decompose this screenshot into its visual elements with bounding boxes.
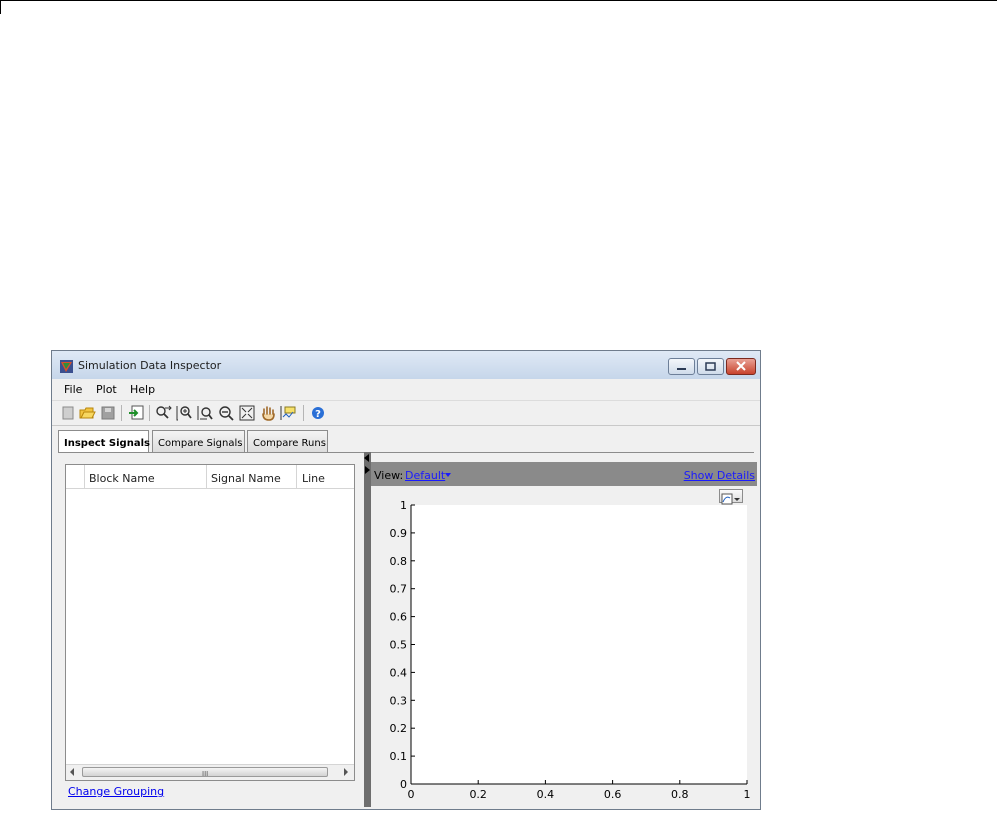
column-divider — [296, 465, 297, 488]
close-button[interactable] — [726, 358, 756, 375]
toolbar-separator — [149, 405, 150, 421]
table-header: Block Name Signal Name Line — [66, 465, 354, 489]
signal-plot-chart[interactable]: 0 0.1 0.2 0.3 0.4 0.5 0.6 0.7 0.8 0.9 1 0 0.2 0.4 0.6 0… — [371, 486, 757, 807]
y-tick-label: 0.1 — [390, 750, 408, 763]
tab-label: Compare Runs — [253, 438, 326, 449]
menu-help[interactable]: Help — [130, 383, 155, 396]
collapse-left-icon[interactable] — [364, 454, 369, 462]
y-tick-label: 0.2 — [390, 722, 408, 735]
menu-bar: File Plot Help — [52, 379, 760, 399]
scroll-grip: III — [202, 770, 209, 778]
view-label: View: — [374, 469, 404, 482]
toolbar-separator — [303, 405, 304, 421]
zoom-in-icon[interactable] — [176, 405, 193, 421]
close-icon — [736, 361, 746, 371]
scroll-thumb[interactable]: III — [82, 767, 328, 778]
panel-splitter[interactable] — [364, 452, 371, 807]
column-divider — [84, 465, 85, 488]
column-divider — [206, 465, 207, 488]
zoom-y-icon[interactable] — [197, 405, 214, 421]
view-dropdown[interactable]: Default — [405, 469, 445, 482]
scroll-right-icon[interactable] — [344, 768, 348, 776]
x-tick-label: 0.4 — [537, 788, 555, 801]
y-tick-label: 0.3 — [390, 694, 408, 707]
show-details-link[interactable]: Show Details — [684, 469, 755, 482]
tab-compare-runs[interactable]: Compare Runs — [247, 430, 328, 452]
simulation-data-inspector-window: Simulation Data Inspector File Plot Help… — [51, 350, 761, 810]
y-tick-label: 0.6 — [390, 611, 408, 624]
expand-right-icon[interactable] — [365, 466, 370, 474]
scroll-left-icon[interactable] — [70, 768, 74, 776]
pan-icon[interactable] — [260, 405, 277, 421]
plot-canvas — [411, 505, 747, 784]
fit-to-view-icon[interactable] — [239, 405, 256, 421]
x-tick-label: 1 — [744, 788, 751, 801]
zoom-out-icon[interactable] — [218, 405, 235, 421]
x-tick-label: 0.2 — [469, 788, 487, 801]
tab-label: Compare Signals — [158, 438, 243, 449]
zoom-x-icon[interactable] — [155, 405, 172, 421]
column-header-line[interactable]: Line — [302, 472, 325, 485]
data-cursor-icon[interactable] — [280, 405, 297, 421]
document-top-rule — [0, 0, 997, 1]
y-tick-label: 0.7 — [390, 583, 408, 596]
x-tick-label: 0.8 — [671, 788, 689, 801]
y-tick-label: 0.4 — [390, 666, 408, 679]
plot-header: View: Default Show Details — [371, 462, 757, 486]
y-tick-label: 0 — [400, 778, 407, 791]
tab-divider — [58, 452, 754, 453]
open-icon[interactable] — [79, 405, 96, 421]
y-tick-label: 1 — [400, 499, 407, 512]
minimize-button[interactable] — [668, 358, 695, 375]
toolbar-separator — [121, 405, 122, 421]
menu-file[interactable]: File — [64, 383, 82, 396]
horizontal-scrollbar[interactable]: III — [66, 764, 354, 780]
column-header-block-name[interactable]: Block Name — [89, 472, 155, 485]
toolbar: ? — [52, 400, 760, 426]
y-tick-label: 0.8 — [390, 555, 408, 568]
maximize-button[interactable] — [697, 358, 724, 375]
title-bar[interactable]: Simulation Data Inspector — [52, 351, 760, 379]
help-icon[interactable]: ? — [310, 405, 327, 421]
window-title: Simulation Data Inspector — [78, 359, 222, 372]
plot-area[interactable]: 0 0.1 0.2 0.3 0.4 0.5 0.6 0.7 0.8 0.9 1 0 0.2 0.4 0.6 0… — [371, 486, 757, 807]
x-tick-label: 0 — [408, 788, 415, 801]
app-icon — [60, 360, 73, 373]
y-tick-label: 0.5 — [390, 639, 408, 652]
menu-plot[interactable]: Plot — [96, 383, 117, 396]
new-icon[interactable] — [60, 405, 77, 421]
tab-label: Inspect Signals — [64, 438, 150, 449]
svg-text:?: ? — [315, 409, 321, 420]
dropdown-caret-icon[interactable] — [445, 473, 451, 477]
maximize-icon — [705, 362, 716, 371]
import-icon[interactable] — [128, 405, 145, 421]
minimize-icon — [677, 368, 686, 370]
change-grouping-link[interactable]: Change Grouping — [68, 785, 164, 798]
x-tick-label: 0.6 — [604, 788, 622, 801]
tab-compare-signals[interactable]: Compare Signals — [152, 430, 245, 452]
tab-inspect-signals[interactable]: Inspect Signals — [58, 430, 150, 453]
signals-table[interactable]: Block Name Signal Name Line III — [65, 464, 355, 781]
column-header-signal-name[interactable]: Signal Name — [211, 472, 281, 485]
save-icon[interactable] — [100, 405, 117, 421]
y-tick-label: 0.9 — [390, 527, 408, 540]
document-margin-mark — [0, 0, 1, 14]
